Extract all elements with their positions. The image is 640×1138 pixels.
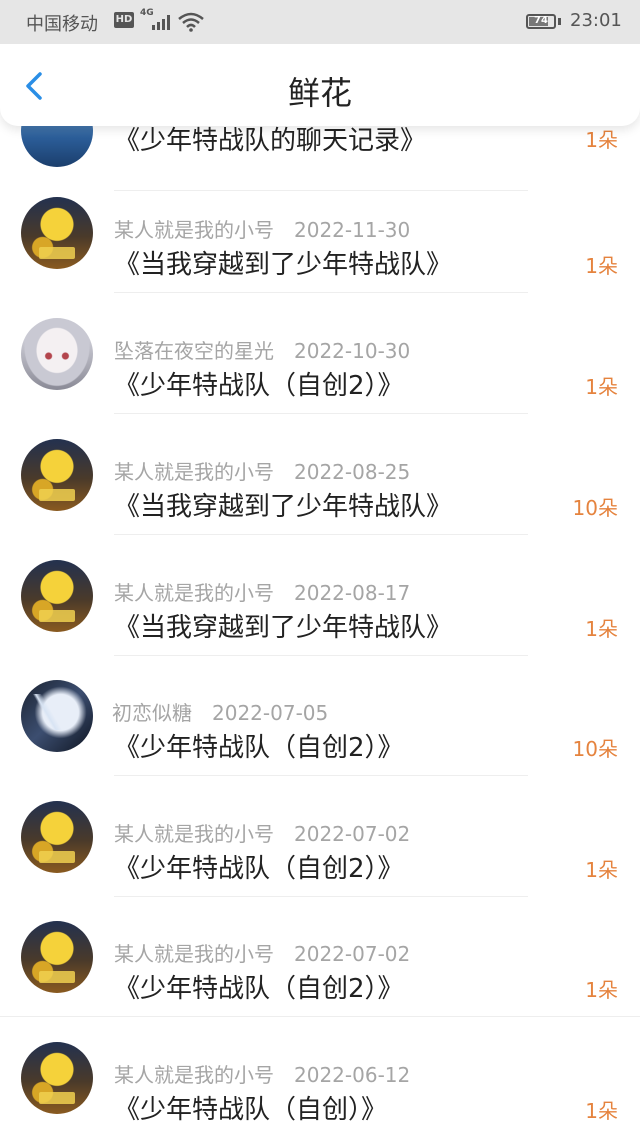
angel-avatar[interactable] [21, 680, 93, 752]
flower-amount: 1朵 [585, 617, 618, 641]
clock: 23:01 [570, 10, 622, 31]
battery-icon: 74 [526, 14, 556, 29]
carrier-label: 中国移动 [26, 14, 98, 35]
pikachu-avatar[interactable] [21, 921, 93, 993]
username[interactable]: 某人就是我的小号 [114, 822, 274, 846]
username[interactable]: 初恋似糖 [112, 701, 192, 725]
username[interactable]: 某人就是我的小号 [114, 581, 274, 605]
flower-amount: 1朵 [585, 858, 618, 882]
signal-icon [152, 14, 174, 30]
record-date: 2022-08-25 [294, 460, 411, 484]
username[interactable]: 某人就是我的小号 [114, 460, 274, 484]
flower-amount: 10朵 [572, 737, 618, 761]
username[interactable]: 坠落在夜空的星光 [114, 339, 274, 363]
flower-amount: 1朵 [585, 978, 618, 1002]
battery-level: 74 [534, 15, 548, 26]
record-meta: 初恋似糖 2022-07-05 [112, 697, 328, 726]
record-date: 2022-08-17 [294, 581, 411, 605]
record-row[interactable]: 某人就是我的小号 2022-08-17 《当我穿越到了少年特战队》 1朵 [0, 535, 640, 656]
girl-avatar[interactable] [21, 318, 93, 390]
flower-record-list: 《少年特战队的聊天记录》 1朵 某人就是我的小号 2022-11-30 《当我穿越… [0, 0, 640, 1138]
username[interactable]: 某人就是我的小号 [114, 1063, 274, 1087]
pikachu-avatar[interactable] [21, 439, 93, 511]
record-title[interactable]: 《当我穿越到了少年特战队》 [114, 486, 452, 523]
record-meta: 某人就是我的小号 2022-07-02 [114, 938, 410, 967]
flower-amount: 1朵 [585, 375, 618, 399]
battery-tip [558, 18, 561, 25]
record-title[interactable]: 《少年特战队（自创2）》 [114, 848, 404, 885]
record-date: 2022-10-30 [294, 339, 411, 363]
record-date: 2022-07-02 [294, 822, 411, 846]
page-title: 鲜花 [287, 74, 352, 112]
record-meta: 某人就是我的小号 2022-07-02 [114, 818, 410, 847]
pikachu-avatar[interactable] [21, 801, 93, 873]
record-row[interactable]: 某人就是我的小号 2022-11-30 《当我穿越到了少年特战队》 1朵 [0, 172, 640, 293]
flower-amount: 1朵 [585, 1099, 618, 1123]
record-date: 2022-06-12 [294, 1063, 411, 1087]
record-row[interactable]: 坠落在夜空的星光 2022-10-30 《少年特战队（自创2）》 1朵 [0, 293, 640, 414]
record-title[interactable]: 《少年特战队（自创2）》 [114, 968, 404, 1005]
record-title[interactable]: 《当我穿越到了少年特战队》 [114, 244, 452, 281]
record-meta: 某人就是我的小号 2022-08-25 [114, 456, 410, 485]
record-row[interactable]: 某人就是我的小号 2022-07-02 《少年特战队（自创2）》 1朵 [0, 896, 640, 1017]
record-meta: 某人就是我的小号 2022-08-17 [114, 577, 410, 606]
pikachu-avatar[interactable] [21, 197, 93, 269]
record-meta: 某人就是我的小号 2022-11-30 [114, 214, 410, 243]
username[interactable]: 某人就是我的小号 [114, 942, 274, 966]
record-row[interactable]: 某人就是我的小号 2022-06-12 《少年特战队（自创）》 1朵 [0, 1017, 640, 1138]
wifi-icon [178, 12, 204, 32]
record-row[interactable]: 某人就是我的小号 2022-07-02 《少年特战队（自创2）》 1朵 [0, 776, 640, 897]
record-title[interactable]: 《当我穿越到了少年特战队》 [114, 607, 452, 644]
pikachu-avatar[interactable] [21, 560, 93, 632]
record-date: 2022-07-05 [212, 701, 329, 725]
record-title[interactable]: 《少年特战队（自创2）》 [114, 727, 404, 764]
hd-badge: HD [114, 12, 134, 28]
record-title[interactable]: 《少年特战队（自创2）》 [114, 365, 404, 402]
pikachu-avatar[interactable] [21, 1042, 93, 1114]
record-row[interactable]: 初恋似糖 2022-07-05 《少年特战队（自创2）》 10朵 [0, 655, 640, 776]
record-row[interactable]: 某人就是我的小号 2022-08-25 《当我穿越到了少年特战队》 10朵 [0, 414, 640, 535]
record-date: 2022-07-02 [294, 942, 411, 966]
status-bar: 中国移动 HD 4G 74 23:01 [0, 0, 640, 44]
flower-amount: 10朵 [572, 496, 618, 520]
flower-amount: 1朵 [585, 254, 618, 278]
record-meta: 坠落在夜空的星光 2022-10-30 [114, 335, 410, 364]
flower-amount: 1朵 [585, 128, 618, 152]
record-meta: 某人就是我的小号 2022-06-12 [114, 1059, 410, 1088]
record-date: 2022-11-30 [294, 218, 411, 242]
nav-header: 鲜花 [0, 44, 640, 126]
record-title[interactable]: 《少年特战队（自创）》 [114, 1089, 387, 1126]
username[interactable]: 某人就是我的小号 [114, 218, 274, 242]
